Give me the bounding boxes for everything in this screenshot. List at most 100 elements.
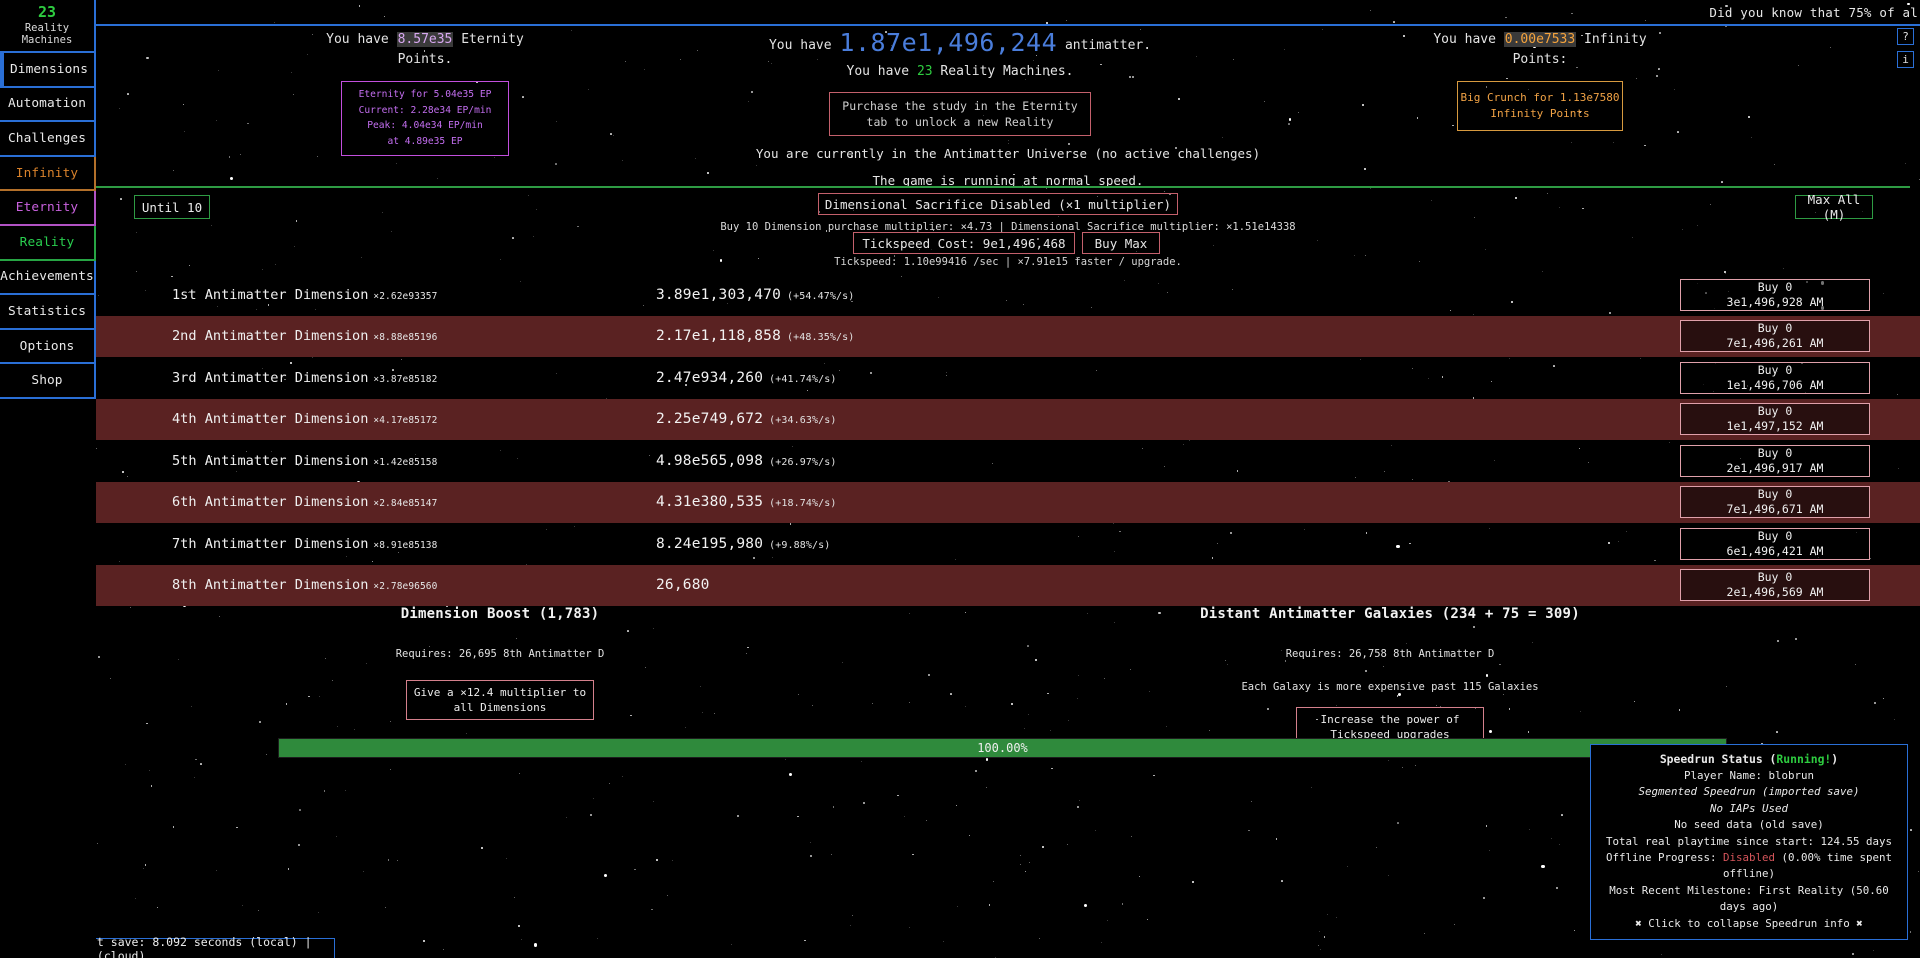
dimension-buy-cost: 6e1,496,421 AM bbox=[1727, 544, 1824, 559]
sidebar: 23 Reality Machines DimensionsAutomation… bbox=[0, 0, 96, 958]
reality-machines-line: You have 23 Reality Machines. bbox=[600, 64, 1320, 79]
dimension-buy-label: Buy 0 bbox=[1758, 363, 1793, 378]
dimension-buy-button[interactable]: Buy 06e1,496,421 AM bbox=[1680, 528, 1870, 560]
dimension-row: 8th Antimatter Dimension×2.78e9656026,68… bbox=[0, 565, 1920, 607]
dimension-amount-value: 4.98e565,098 bbox=[656, 453, 763, 469]
dimension-amount-value: 8.24e195,980 bbox=[656, 536, 763, 552]
sidebar-item-label: Automation bbox=[8, 96, 86, 111]
dimension-rate: (+9.88%/s) bbox=[769, 540, 830, 551]
max-all-button[interactable]: Max All (M) bbox=[1795, 195, 1873, 219]
dimension-row: 2nd Antimatter Dimension×8.88e851962.17e… bbox=[0, 316, 1920, 358]
sidebar-item-challenges[interactable]: Challenges bbox=[0, 122, 96, 157]
universe-status-line1: You are currently in the Antimatter Univ… bbox=[96, 146, 1920, 161]
header-divider bbox=[96, 24, 1920, 26]
dimension-buy-cost: 1e1,496,706 AM bbox=[1727, 378, 1824, 393]
dimension-rate: (+41.74%/s) bbox=[769, 374, 836, 385]
sidebar-item-label: Infinity bbox=[16, 166, 78, 181]
dimension-name: 5th Antimatter Dimension×1.42e85158 bbox=[172, 453, 437, 469]
dimension-amount: 3.89e1,303,470(+54.47%/s) bbox=[656, 287, 854, 303]
sidebar-item-label: Eternity bbox=[16, 200, 78, 215]
until-10-button[interactable]: Until 10 bbox=[134, 195, 210, 219]
dimension-buy-button[interactable]: Buy 02e1,496,917 AM bbox=[1680, 445, 1870, 477]
sidebar-item-eternity[interactable]: Eternity bbox=[0, 191, 96, 226]
dimension-buy-button[interactable]: Buy 02e1,496,569 AM bbox=[1680, 569, 1870, 601]
dimension-name: 6th Antimatter Dimension×2.84e85147 bbox=[172, 494, 437, 510]
dimension-buy-label: Buy 0 bbox=[1758, 404, 1793, 419]
speedrun-status-badge: Running! bbox=[1776, 752, 1831, 766]
speedrun-collapse-toggle[interactable]: ✖ Click to collapse Speedrun info ✖ bbox=[1599, 916, 1899, 932]
rm-count-value: 23 bbox=[917, 64, 933, 79]
eternity-peak-rate: Peak: 4.04e34 EP/min bbox=[346, 118, 504, 134]
sidebar-item-statistics[interactable]: Statistics bbox=[0, 295, 96, 330]
sidebar-item-reality[interactable]: Reality bbox=[0, 226, 96, 261]
dimension-buy-cost: 1e1,497,152 AM bbox=[1727, 419, 1824, 434]
speedrun-title: Speedrun Status (Running!) bbox=[1599, 751, 1899, 768]
info-button[interactable]: i bbox=[1897, 51, 1914, 68]
dimension-multiplier: ×8.91e85138 bbox=[373, 540, 437, 551]
sidebar-item-label: Dimensions bbox=[10, 62, 88, 77]
dimension-multiplier: ×2.84e85147 bbox=[373, 498, 437, 509]
dimension-row: 5th Antimatter Dimension×1.42e85158 4.98e… bbox=[0, 440, 1920, 482]
dimension-buy-cost: 2e1,496,569 AM bbox=[1727, 585, 1824, 600]
dimension-name-text: 4th Antimatter Dimension bbox=[172, 411, 368, 427]
dimensional-sacrifice-button[interactable]: Dimensional Sacrifice Disabled (×1 multi… bbox=[818, 193, 1178, 215]
dimension-buy-label: Buy 0 bbox=[1758, 446, 1793, 461]
sidebar-item-options[interactable]: Options bbox=[0, 330, 96, 365]
new-reality-button[interactable]: Purchase the study in the Eternity tab t… bbox=[829, 92, 1091, 136]
sidebar-item-shop[interactable]: Shop bbox=[0, 364, 96, 399]
sidebar-item-label: Achievements bbox=[0, 269, 94, 284]
dimension-buy-cost: 7e1,496,671 AM bbox=[1727, 502, 1824, 517]
dimension-amount: 4.98e565,098 (+26.97%/s) bbox=[656, 453, 837, 469]
antimatter-amount: 1.87e1,496,244 bbox=[839, 28, 1057, 57]
dimension-buy-button[interactable]: Buy 01e1,496,706 AM bbox=[1680, 362, 1870, 394]
dimension-boost-section: Dimension Boost (1,783) Requires: 26,695… bbox=[290, 606, 710, 720]
dimension-amount-value: 2.47e934,260 bbox=[656, 370, 763, 386]
eternity-points-line2: Points. bbox=[310, 50, 540, 70]
dimension-rate: (+26.97%/s) bbox=[769, 457, 836, 468]
sidebar-item-achievements[interactable]: Achievements bbox=[0, 261, 96, 296]
dimension-name: 4th Antimatter Dimension×4.17e85172 bbox=[172, 411, 437, 427]
eternity-button[interactable]: Eternity for 5.04e35 EP Current: 2.28e34… bbox=[341, 81, 509, 156]
tickspeed-cost-button[interactable]: Tickspeed Cost: 9e1,496,468 bbox=[853, 232, 1075, 254]
infinity-have-prefix: You have bbox=[1433, 32, 1503, 47]
sidebar-item-infinity[interactable]: Infinity bbox=[0, 157, 96, 192]
dimension-amount: 4.31e380,535(+18.74%/s) bbox=[656, 494, 837, 510]
dimension-name: 7th Antimatter Dimension×8.91e85138 bbox=[172, 536, 437, 552]
galaxies-note: Each Galaxy is more expensive past 115 G… bbox=[1150, 681, 1630, 693]
tickspeed-buy-max-button[interactable]: Buy Max bbox=[1082, 232, 1160, 254]
dimension-buy-button[interactable]: Buy 07e1,496,261 AM bbox=[1680, 320, 1870, 352]
dimension-boost-title: Dimension Boost (1,783) bbox=[290, 606, 710, 622]
news-ticker[interactable]: Did you know that 75% of al bbox=[96, 0, 1920, 24]
dimension-multiplier: ×8.88e85196 bbox=[373, 332, 437, 343]
dimension-rate: (+34.63%/s) bbox=[769, 415, 836, 426]
eternity-for-text: Eternity for 5.04e35 EP bbox=[346, 87, 504, 103]
sidebar-item-automation[interactable]: Automation bbox=[0, 88, 96, 123]
dimension-name-text: 1st Antimatter Dimension bbox=[172, 287, 368, 303]
help-button[interactable]: ? bbox=[1897, 28, 1914, 45]
dimension-buy-label: Buy 0 bbox=[1758, 280, 1793, 295]
tickspeed-info: Tickspeed: 1.10e99416 /sec | ×7.91e15 fa… bbox=[96, 256, 1920, 268]
dimension-buy-button[interactable]: Buy 03e1,496,928 AM bbox=[1680, 279, 1870, 311]
dimension-boost-button[interactable]: Give a ×12.4 multiplier to all Dimension… bbox=[406, 680, 594, 720]
reality-machines-label-2: Machines bbox=[22, 34, 73, 46]
game-root: Did you know that 75% of al ? i 23 Reali… bbox=[0, 0, 1920, 958]
antimatter-line: You have 1.87e1,496,244 antimatter. bbox=[600, 28, 1320, 57]
dimension-name-text: 5th Antimatter Dimension bbox=[172, 453, 368, 469]
sidebar-item-dimensions[interactable]: Dimensions bbox=[0, 53, 96, 88]
infinity-points-panel: You have 0.00e7533 Infinity Points: Big … bbox=[1395, 30, 1685, 131]
sidebar-item-label: Statistics bbox=[8, 304, 86, 319]
eternity-current-rate: Current: 2.28e34 EP/min bbox=[346, 103, 504, 119]
dimension-boost-requires: Requires: 26,695 8th Antimatter D bbox=[290, 648, 710, 660]
progress-bar: 100.00% bbox=[278, 738, 1727, 758]
eternity-have-prefix: You have bbox=[326, 32, 396, 47]
speedrun-status-panel[interactable]: Speedrun Status (Running!) Player Name: … bbox=[1590, 744, 1908, 940]
speedrun-segmented: Segmented Speedrun (imported save) bbox=[1599, 784, 1899, 800]
rm-prefix: You have bbox=[847, 64, 917, 79]
speedrun-milestone: Most Recent Milestone: First Reality (50… bbox=[1599, 883, 1899, 916]
dimension-buy-cost: 7e1,496,261 AM bbox=[1727, 336, 1824, 351]
galaxies-title: Distant Antimatter Galaxies (234 + 75 = … bbox=[1150, 606, 1630, 622]
dimension-buy-button[interactable]: Buy 07e1,496,671 AM bbox=[1680, 486, 1870, 518]
dimension-buy-button[interactable]: Buy 01e1,497,152 AM bbox=[1680, 403, 1870, 435]
sidebar-item-label: Challenges bbox=[8, 131, 86, 146]
big-crunch-button[interactable]: Big Crunch for 1.13e7580 Infinity Points bbox=[1457, 81, 1623, 131]
